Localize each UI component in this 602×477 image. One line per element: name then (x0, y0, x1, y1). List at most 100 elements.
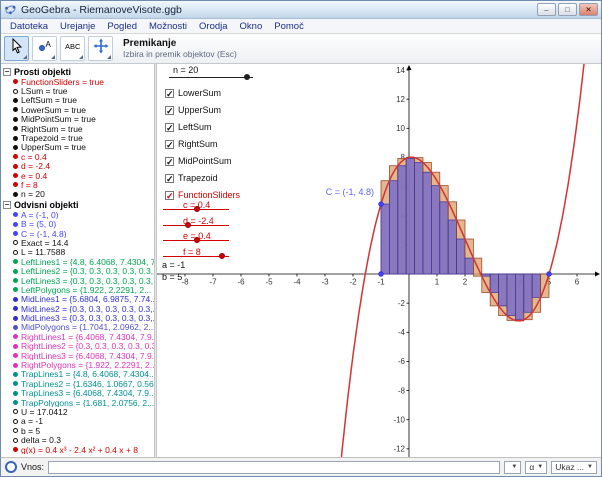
checkbox-leftsum[interactable]: ✓ LeftSum (165, 122, 212, 132)
visibility-marble[interactable] (13, 306, 18, 312)
visibility-marble[interactable] (13, 249, 18, 255)
algebra-item[interactable]: MidLines1 = {5.6804, 6.9875, 7.74... (1, 295, 154, 304)
n-slider-handle[interactable] (244, 74, 251, 80)
algebra-item[interactable]: MidPointSum = true (1, 115, 154, 124)
visibility-marble[interactable] (13, 88, 18, 94)
slider-handle[interactable] (194, 237, 201, 243)
visibility-marble[interactable] (13, 324, 18, 330)
algebra-item[interactable]: MidPolygons = {1.7041, 2.0962, 2... (1, 323, 154, 332)
checkbox-uppersum[interactable]: ✓ UpperSum (165, 105, 221, 115)
algebra-item[interactable]: LSum = true (1, 86, 154, 96)
checkbox-box[interactable]: ✓ (165, 105, 174, 115)
visibility-marble[interactable] (13, 231, 18, 237)
input-help-icon[interactable] (5, 461, 17, 473)
move-tool-button[interactable] (4, 36, 29, 61)
visibility-marble[interactable] (13, 191, 18, 197)
command-input[interactable] (48, 460, 501, 474)
slider-handle[interactable] (194, 206, 201, 212)
visibility-marble[interactable] (13, 447, 18, 453)
visibility-marble[interactable] (13, 268, 18, 274)
menu-urejanje[interactable]: Urejanje (54, 21, 101, 32)
algebra-item[interactable]: e = 0.4 (1, 171, 154, 180)
checkbox-box[interactable]: ✓ (165, 88, 174, 98)
algebra-item[interactable]: RightPolygons = {1.922, 2.2291, 2... (1, 360, 154, 370)
graphics-view[interactable]: -8-7-6-5-4-3-2-1123456-12-10-8-6-4-22468… (157, 64, 601, 457)
algebra-item[interactable]: FunctionSliders = true (1, 77, 154, 86)
algebra-item[interactable]: LeftSum = true (1, 96, 154, 105)
visibility-marble[interactable] (13, 212, 18, 218)
visibility-marble[interactable] (13, 278, 18, 283)
menu-datoteka[interactable]: Datoteka (4, 21, 54, 32)
algebra-item[interactable]: LowerSum = true (1, 105, 154, 115)
visibility-marble[interactable] (13, 79, 18, 85)
algebra-item[interactable]: RightLines2 = {0.3, 0.3, 0.3, 0.3, 0.3..… (1, 342, 154, 351)
algebra-item[interactable]: RightSum = true (1, 124, 154, 133)
n-slider-track[interactable] (169, 77, 253, 78)
visibility-marble[interactable] (13, 144, 18, 150)
algebra-item[interactable]: MidLines2 = {0.3, 0.3, 0.3, 0.3, 0.3,... (1, 304, 154, 313)
checkbox-box[interactable]: ✓ (165, 190, 174, 200)
visibility-marble[interactable] (13, 390, 18, 396)
checkbox-box[interactable]: ✓ (165, 173, 174, 183)
minimize-button[interactable]: – (537, 3, 556, 16)
menu-orodja[interactable]: Orodja (193, 21, 234, 32)
algebra-item[interactable]: RightLines1 = {6.4068, 7.4304, 7.9... (1, 332, 154, 342)
algebra-item[interactable]: d = -2.4 (1, 162, 154, 171)
input-history-dropdown[interactable]: ▼ (504, 460, 522, 474)
algebra-item[interactable]: delta = 0.3 (1, 435, 154, 445)
collapse-icon[interactable]: − (3, 200, 11, 209)
algebra-item[interactable]: LeftPolygons = {1.922, 2.2291, 2... (1, 285, 154, 295)
algebra-item[interactable]: c = 0.4 (1, 152, 154, 162)
menu-okno[interactable]: Okno (234, 21, 269, 32)
visibility-marble[interactable] (13, 353, 18, 359)
visibility-marble[interactable] (13, 315, 18, 321)
slider-track[interactable] (163, 224, 229, 226)
collapse-icon[interactable]: − (3, 67, 11, 76)
visibility-marble[interactable] (13, 126, 18, 132)
visibility-marble[interactable] (13, 287, 18, 293)
visibility-marble[interactable] (13, 428, 18, 434)
algebra-item[interactable]: L = 11.7588 (1, 248, 154, 257)
visibility-marble[interactable] (13, 107, 18, 113)
algebra-item[interactable]: C = (-1, 4.8) (1, 229, 154, 238)
visibility-marble[interactable] (13, 400, 18, 406)
algebra-item[interactable]: TrapLines3 = {6.4068, 7.4304, 7.9... (1, 389, 154, 398)
algebra-item[interactable]: g(x) = 0.4 x³ - 2.4 x² + 0.4 x + 8 (1, 445, 154, 454)
menu-moznosti[interactable]: Možnosti (143, 21, 193, 32)
visibility-marble[interactable] (13, 296, 18, 302)
algebra-item[interactable]: TrapLines1 = {4.8, 6.4068, 7.4304... (1, 370, 154, 379)
visibility-marble[interactable] (13, 135, 18, 141)
visibility-marble[interactable] (13, 381, 18, 387)
checkbox-midpointsum[interactable]: ✓ MidPointSum (165, 156, 232, 166)
visibility-marble[interactable] (13, 221, 18, 227)
visibility-marble[interactable] (13, 97, 18, 103)
algebra-item[interactable]: TrapPolygons = {1.681, 2.0756, 2... (1, 398, 154, 407)
visibility-marble[interactable] (13, 182, 18, 188)
slider-handle[interactable] (185, 221, 192, 228)
checkbox-trapezoid[interactable]: ✓ Trapezoid (165, 173, 218, 183)
algebra-item[interactable]: MidLines3 = {0.3, 0.3, 0.3, 0.3, 0.3,... (1, 313, 154, 323)
algebra-item[interactable]: A = (-1, 0) (1, 210, 154, 219)
algebra-item[interactable]: n = 20 (1, 190, 154, 199)
algebra-item[interactable]: Trapezoid = true (1, 133, 154, 143)
menu-pomoc[interactable]: Pomoč (268, 21, 310, 32)
visibility-marble[interactable] (13, 409, 18, 415)
visibility-marble[interactable] (13, 371, 18, 377)
algebra-item[interactable]: a = -1 (1, 417, 154, 426)
algebra-item[interactable]: B = (5, 0) (1, 219, 154, 229)
algebra-item[interactable]: LeftLines3 = {0.3, 0.3, 0.3, 0.3, 0.3,..… (1, 276, 154, 285)
algebra-item[interactable]: U = 17.0412 (1, 407, 154, 417)
checkbox-box[interactable]: ✓ (165, 139, 174, 149)
visibility-marble[interactable] (13, 418, 18, 424)
checkbox-rightsum[interactable]: ✓ RightSum (165, 139, 218, 149)
dependent-objects-header[interactable]: − Odvisni objekti (1, 199, 154, 210)
close-button[interactable]: ✕ (579, 3, 598, 16)
algebra-item[interactable]: LeftLines1 = {4.8, 6.4068, 7.4304, 7... (1, 257, 154, 266)
algebra-item[interactable]: f = 8 (1, 180, 154, 190)
algebra-item[interactable]: TrapLines2 = {1.6346, 1.0667, 0.56... (1, 379, 154, 389)
visibility-marble[interactable] (13, 259, 18, 265)
algebra-item[interactable]: RightLines3 = {6.4068, 7.4304, 7.9... (1, 351, 154, 360)
visibility-marble[interactable] (13, 437, 18, 443)
visibility-marble[interactable] (13, 362, 18, 368)
text-tool-button[interactable]: ABC (60, 36, 85, 61)
